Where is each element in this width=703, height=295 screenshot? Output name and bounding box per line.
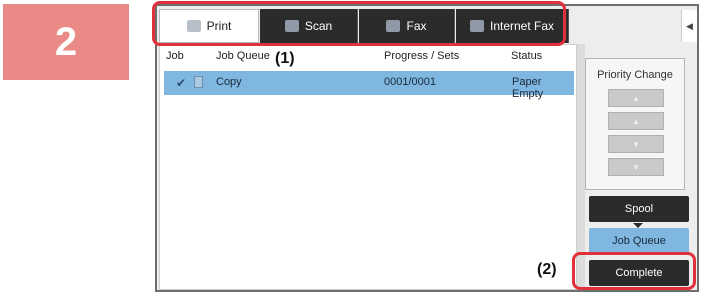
job-list: Job Job Queue Progress / Sets Status ✔ C… — [159, 44, 577, 290]
collapse-arrow-icon[interactable]: ◀ — [681, 10, 697, 42]
priority-top-button[interactable]: ▲ — [608, 89, 664, 107]
job-row[interactable]: ✔ Copy 0001/0001 Paper Empty — [164, 71, 574, 100]
job-status-panel: Print Scan Fax Internet Fax ◀ Job Job Qu… — [155, 4, 699, 292]
job-name: Copy — [216, 76, 242, 88]
tabs-callout-box — [152, 1, 566, 46]
callout-label-2: (2) — [537, 261, 557, 278]
complete-callout-box — [572, 252, 696, 290]
spool-button[interactable]: Spool — [589, 196, 689, 222]
priority-change-panel: Priority Change ▲ ▲ ▼ ▼ — [585, 58, 685, 190]
job-list-header: Job Job Queue Progress / Sets Status — [160, 45, 576, 67]
priority-change-title: Priority Change — [597, 69, 673, 81]
step-number-badge: 2 — [3, 4, 129, 80]
job-progress: 0001/0001 — [384, 76, 436, 88]
checkmark-icon: ✔ — [176, 76, 187, 90]
job-queue-button[interactable]: Job Queue — [589, 228, 689, 254]
instruction-figure: 2 Print Scan Fax Internet Fax ◀ Job Job … — [0, 0, 703, 295]
column-header-job-queue: Job Queue — [216, 50, 270, 62]
job-status: Paper Empty — [512, 76, 544, 100]
priority-up-button[interactable]: ▲ — [608, 112, 664, 130]
callout-label-1: (1) — [275, 50, 295, 67]
priority-bottom-button[interactable]: ▼ — [608, 158, 664, 176]
column-header-progress: Progress / Sets — [384, 50, 460, 62]
priority-down-button[interactable]: ▼ — [608, 135, 664, 153]
document-icon — [194, 76, 203, 88]
column-header-job: Job — [166, 50, 184, 62]
column-header-status: Status — [511, 50, 543, 62]
